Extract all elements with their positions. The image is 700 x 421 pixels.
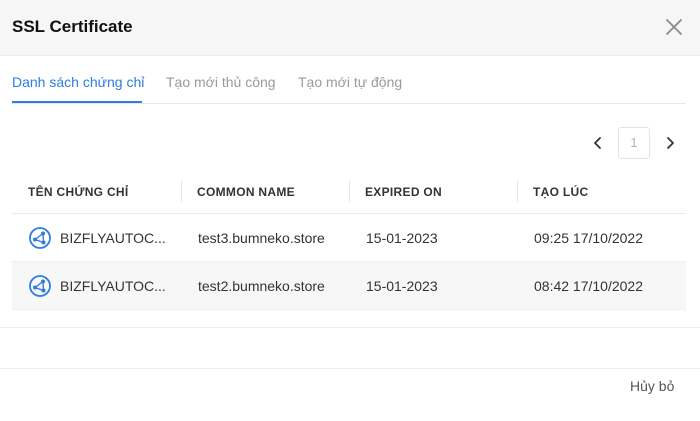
column-separator bbox=[181, 180, 182, 202]
column-separator bbox=[517, 180, 518, 202]
cell-created-at: 09:25 17/10/2022 bbox=[534, 230, 643, 246]
cell-cert-name: BIZFLYAUTOC... bbox=[60, 278, 166, 294]
column-separator bbox=[349, 180, 350, 202]
column-header-name[interactable]: TÊN CHỨNG CHỈ bbox=[28, 185, 129, 199]
divider bbox=[0, 327, 700, 328]
table-row[interactable]: BIZFLYAUTOC... test3.bumneko.store 15-01… bbox=[12, 214, 686, 262]
column-header-common-name[interactable]: COMMON NAME bbox=[197, 185, 295, 199]
network-share-icon bbox=[29, 275, 51, 297]
tab-create-auto[interactable]: Tạo mới tự động bbox=[298, 74, 402, 90]
table-header: TÊN CHỨNG CHỈ COMMON NAME EXPIRED ON TẠO… bbox=[12, 168, 686, 214]
chevron-right-icon[interactable] bbox=[662, 134, 678, 152]
dialog-header: SSL Certificate bbox=[0, 0, 700, 56]
cancel-button[interactable]: Hủy bỏ bbox=[630, 378, 674, 394]
tab-create-manual[interactable]: Tạo mới thủ công bbox=[166, 74, 276, 90]
cell-expired-on: 15-01-2023 bbox=[366, 278, 438, 294]
dialog-title: SSL Certificate bbox=[12, 17, 133, 36]
pagination-page-current[interactable]: 1 bbox=[618, 127, 650, 159]
cell-cert-name: BIZFLYAUTOC... bbox=[60, 230, 166, 246]
footer-divider bbox=[0, 368, 700, 369]
close-icon[interactable] bbox=[664, 17, 684, 37]
cell-common-name: test2.bumneko.store bbox=[198, 278, 325, 294]
table-row[interactable]: BIZFLYAUTOC... test2.bumneko.store 15-01… bbox=[12, 262, 686, 310]
cell-created-at: 08:42 17/10/2022 bbox=[534, 278, 643, 294]
column-header-created-at[interactable]: TẠO LÚC bbox=[533, 185, 588, 199]
cell-expired-on: 15-01-2023 bbox=[366, 230, 438, 246]
cell-common-name: test3.bumneko.store bbox=[198, 230, 325, 246]
active-tab-indicator bbox=[12, 101, 142, 103]
network-share-icon bbox=[29, 227, 51, 249]
tab-certificate-list[interactable]: Danh sách chứng chỉ bbox=[12, 74, 144, 90]
column-header-expired-on[interactable]: EXPIRED ON bbox=[365, 185, 442, 199]
tab-bar: Danh sách chứng chỉ Tạo mới thủ công Tạo… bbox=[12, 56, 686, 104]
certificate-table: TÊN CHỨNG CHỈ COMMON NAME EXPIRED ON TẠO… bbox=[12, 168, 686, 310]
chevron-left-icon[interactable] bbox=[590, 134, 606, 152]
